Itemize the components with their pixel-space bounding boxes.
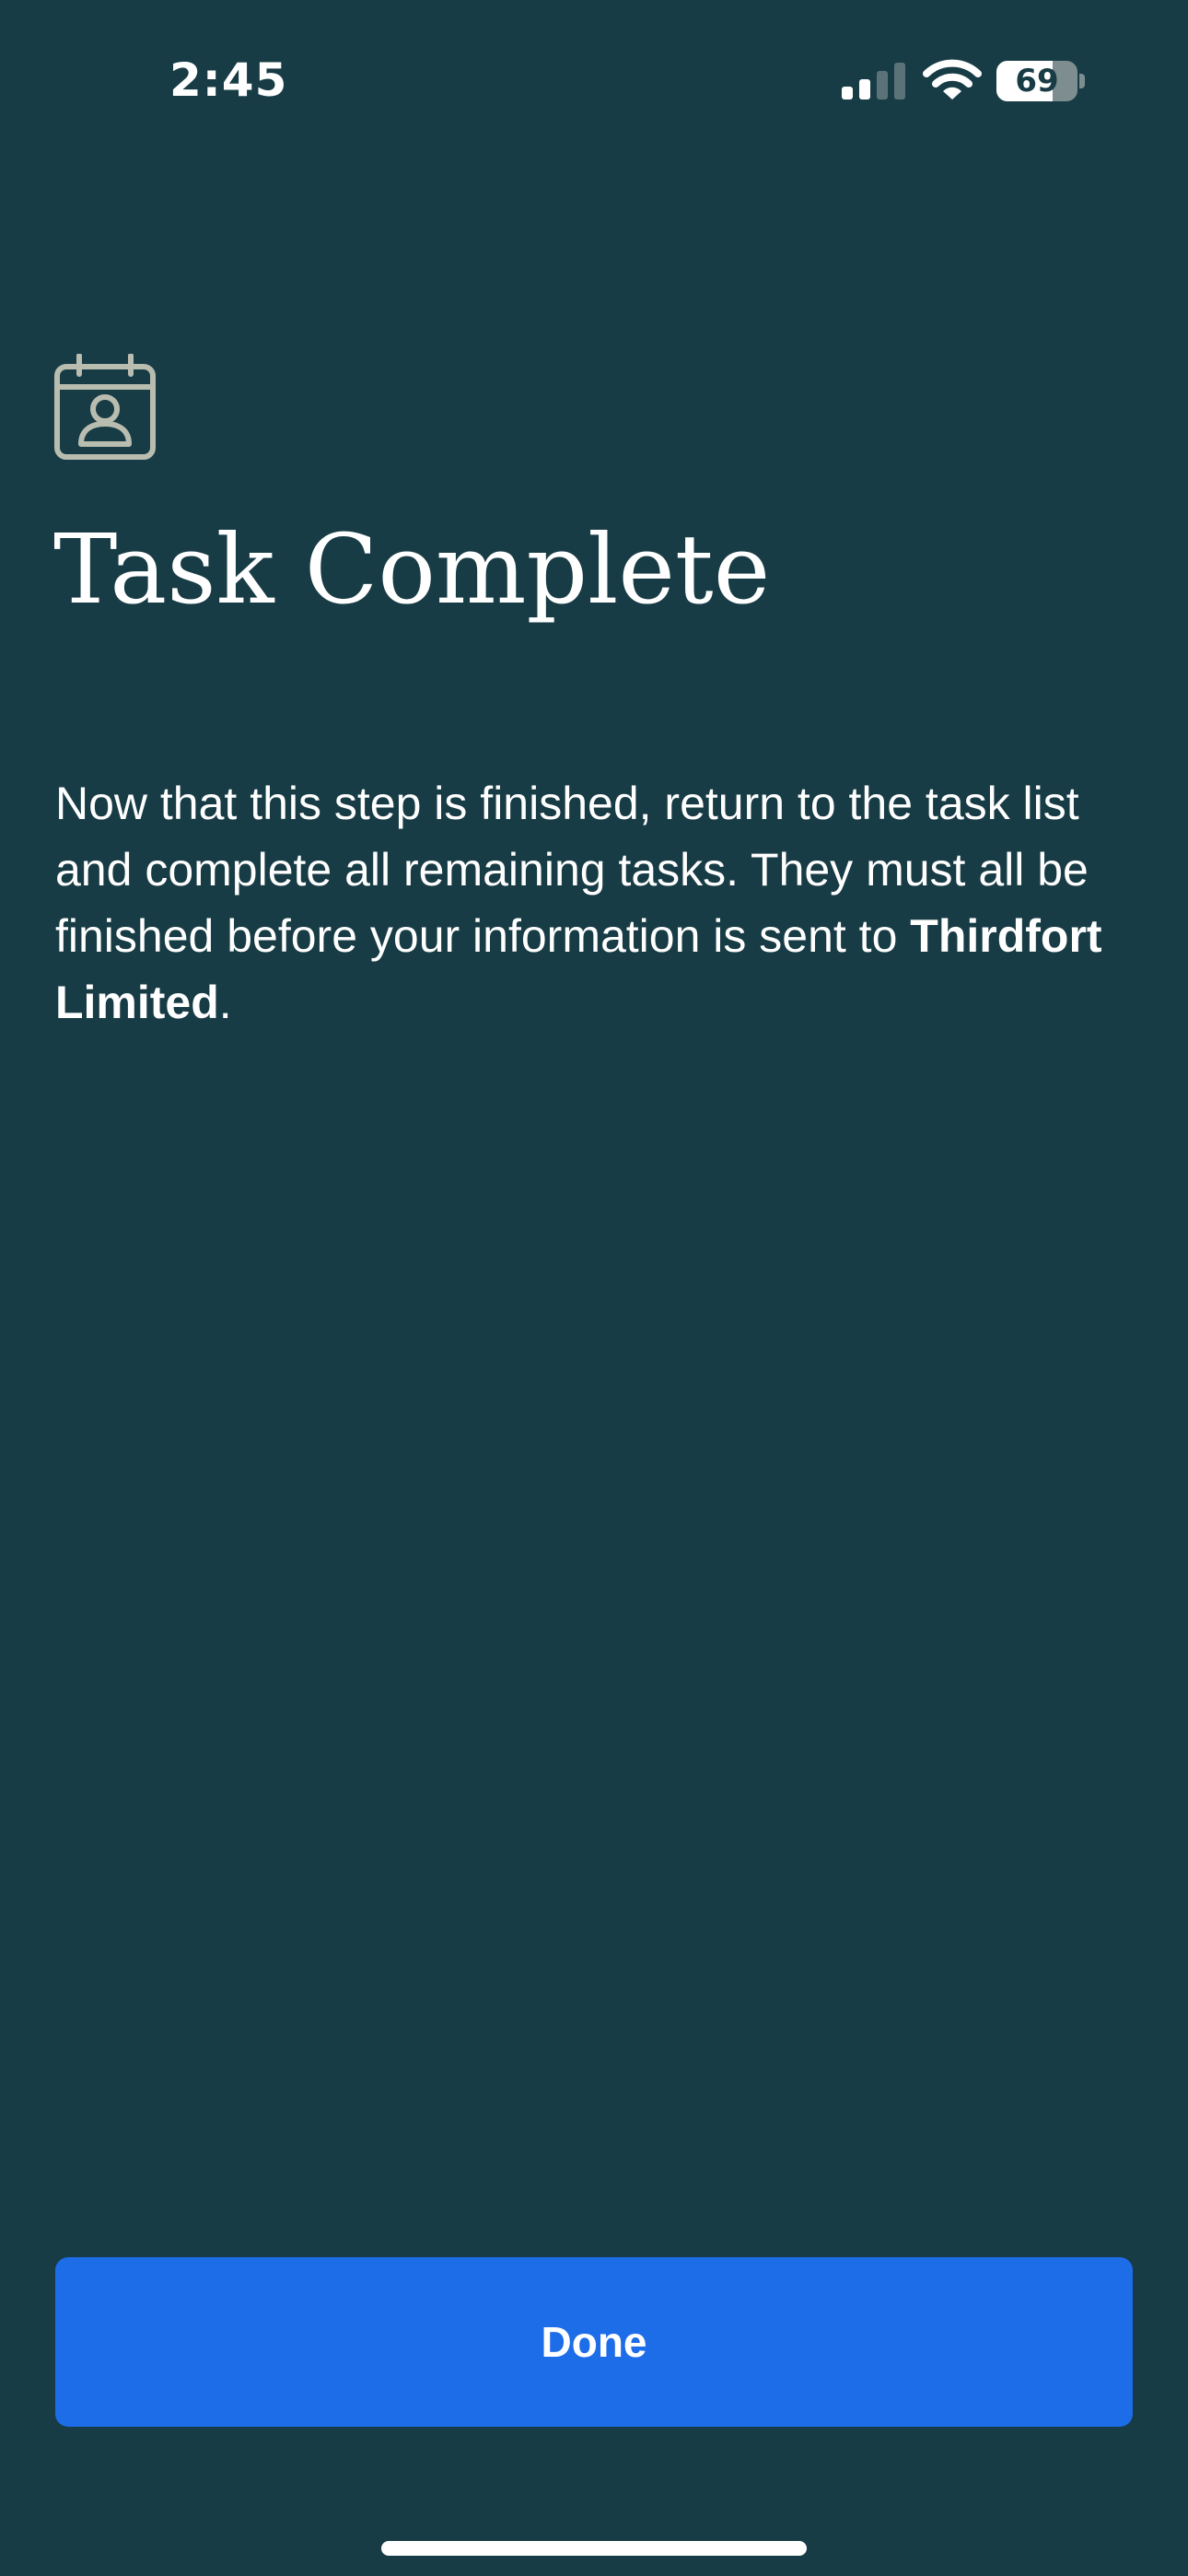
status-bar: 2:45 69 — [0, 0, 1188, 147]
description-end: . — [218, 977, 232, 1028]
calendar-person-icon — [54, 354, 156, 460]
task-complete-description: Now that this step is finished, return t… — [55, 770, 1142, 1036]
wifi-icon — [923, 59, 982, 100]
page-title: Task Complete — [53, 513, 771, 626]
battery-icon: 69 — [996, 61, 1085, 101]
status-time: 2:45 — [169, 53, 288, 107]
signal-icon — [842, 63, 905, 100]
home-indicator — [381, 2541, 807, 2556]
battery-level: 69 — [1015, 63, 1059, 100]
battery-body: 69 — [996, 61, 1077, 101]
done-button[interactable]: Done — [55, 2257, 1133, 2427]
battery-nub — [1079, 74, 1085, 88]
